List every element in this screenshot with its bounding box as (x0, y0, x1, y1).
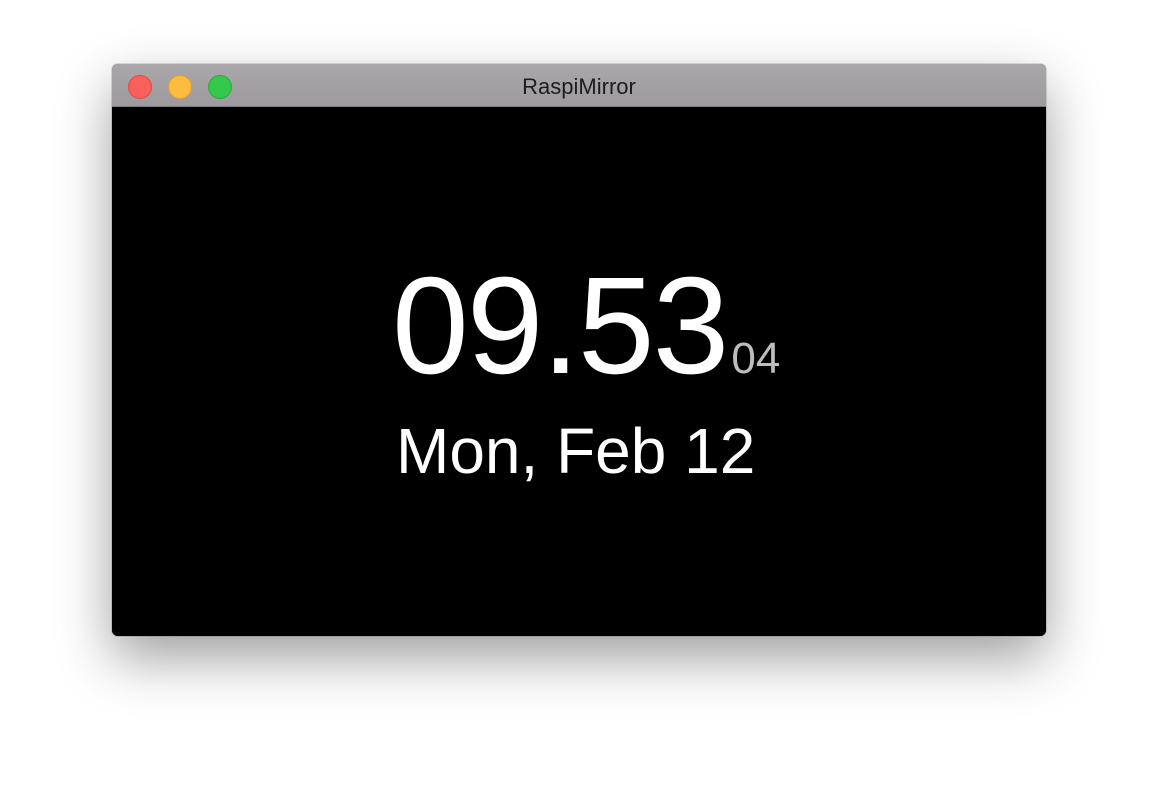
app-window: RaspiMirror 09.5304 Mon, Feb 12 (112, 64, 1046, 636)
title-bar[interactable]: RaspiMirror (112, 64, 1046, 107)
clock-seconds: 04 (731, 334, 781, 383)
window-title: RaspiMirror (522, 74, 636, 99)
clock-date: Mon, Feb 12 (396, 415, 756, 487)
clock: 09.5304 (392, 257, 780, 395)
mirror-display: 09.5304 Mon, Feb 12 (112, 107, 1046, 636)
clock-time: 09.53 (392, 249, 729, 403)
